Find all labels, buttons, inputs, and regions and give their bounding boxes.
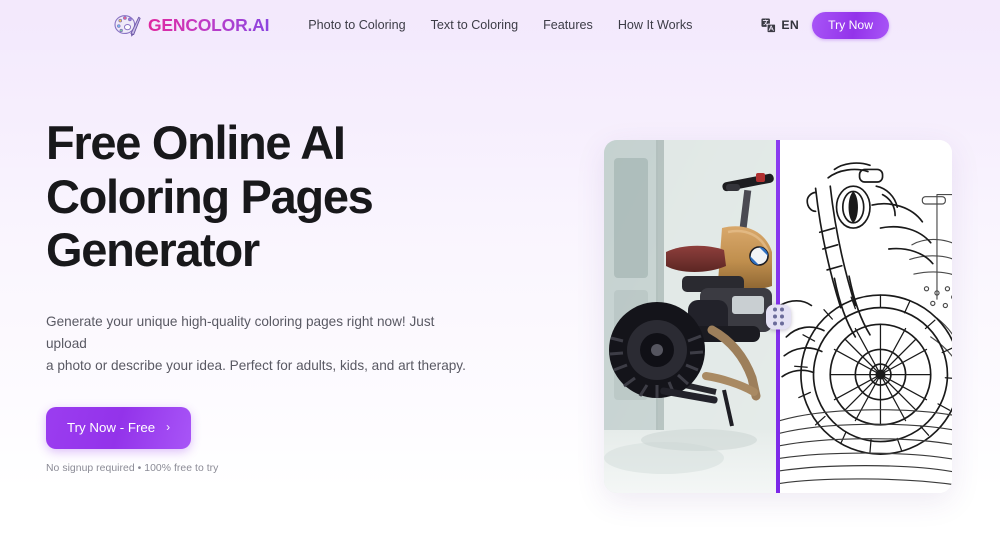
site-header: GENCOLOR.AI Photo to Coloring Text to Co… <box>0 0 1000 50</box>
before-after-comparison[interactable] <box>604 140 952 493</box>
brand-name: GENCOLOR.AI <box>148 14 270 35</box>
nav-link-photo-to-coloring[interactable]: Photo to Coloring <box>308 18 405 32</box>
cta-note: No signup required • 100% free to try <box>46 462 219 474</box>
comparison-after-lineart <box>780 140 952 493</box>
hero-title-line-1: Free Online AI <box>46 116 346 169</box>
header-actions: EN Try Now <box>761 11 889 39</box>
translate-icon <box>761 17 777 33</box>
try-now-free-button[interactable]: Try Now - Free › <box>46 406 192 449</box>
hero-subtitle-line-1: Generate your unique high-quality colori… <box>46 313 435 351</box>
nav-link-features[interactable]: Features <box>543 18 593 32</box>
hero-subtitle: Generate your unique high-quality colori… <box>46 311 478 377</box>
hero-subtitle-line-2: a photo or describe your idea. Perfect f… <box>46 357 466 373</box>
language-switcher[interactable]: EN <box>761 17 800 33</box>
drag-handle-dots-icon <box>773 307 784 326</box>
try-now-header-button[interactable]: Try Now <box>812 11 889 39</box>
nav-link-text-to-coloring[interactable]: Text to Coloring <box>431 18 519 32</box>
hero-section: Free Online AI Coloring Pages Generator … <box>0 50 1000 556</box>
main-navigation: Photo to Coloring Text to Coloring Featu… <box>308 18 692 32</box>
brand-logo[interactable]: GENCOLOR.AI <box>113 11 269 39</box>
comparison-before-photo <box>604 140 776 493</box>
nav-link-how-it-works[interactable]: How It Works <box>618 18 693 32</box>
hero-title-line-3: Generator <box>46 223 260 277</box>
comparison-slider-handle[interactable] <box>766 304 791 329</box>
hero-title-line-2: Coloring Pages <box>46 169 374 223</box>
chevron-right-icon: › <box>166 420 171 435</box>
palette-brush-icon <box>113 11 141 39</box>
hero-copy: Free Online AI Coloring Pages Generator … <box>46 116 556 474</box>
cta-label: Try Now - Free <box>67 419 156 435</box>
language-code: EN <box>781 18 800 32</box>
page-title: Free Online AI Coloring Pages Generator <box>46 116 556 277</box>
